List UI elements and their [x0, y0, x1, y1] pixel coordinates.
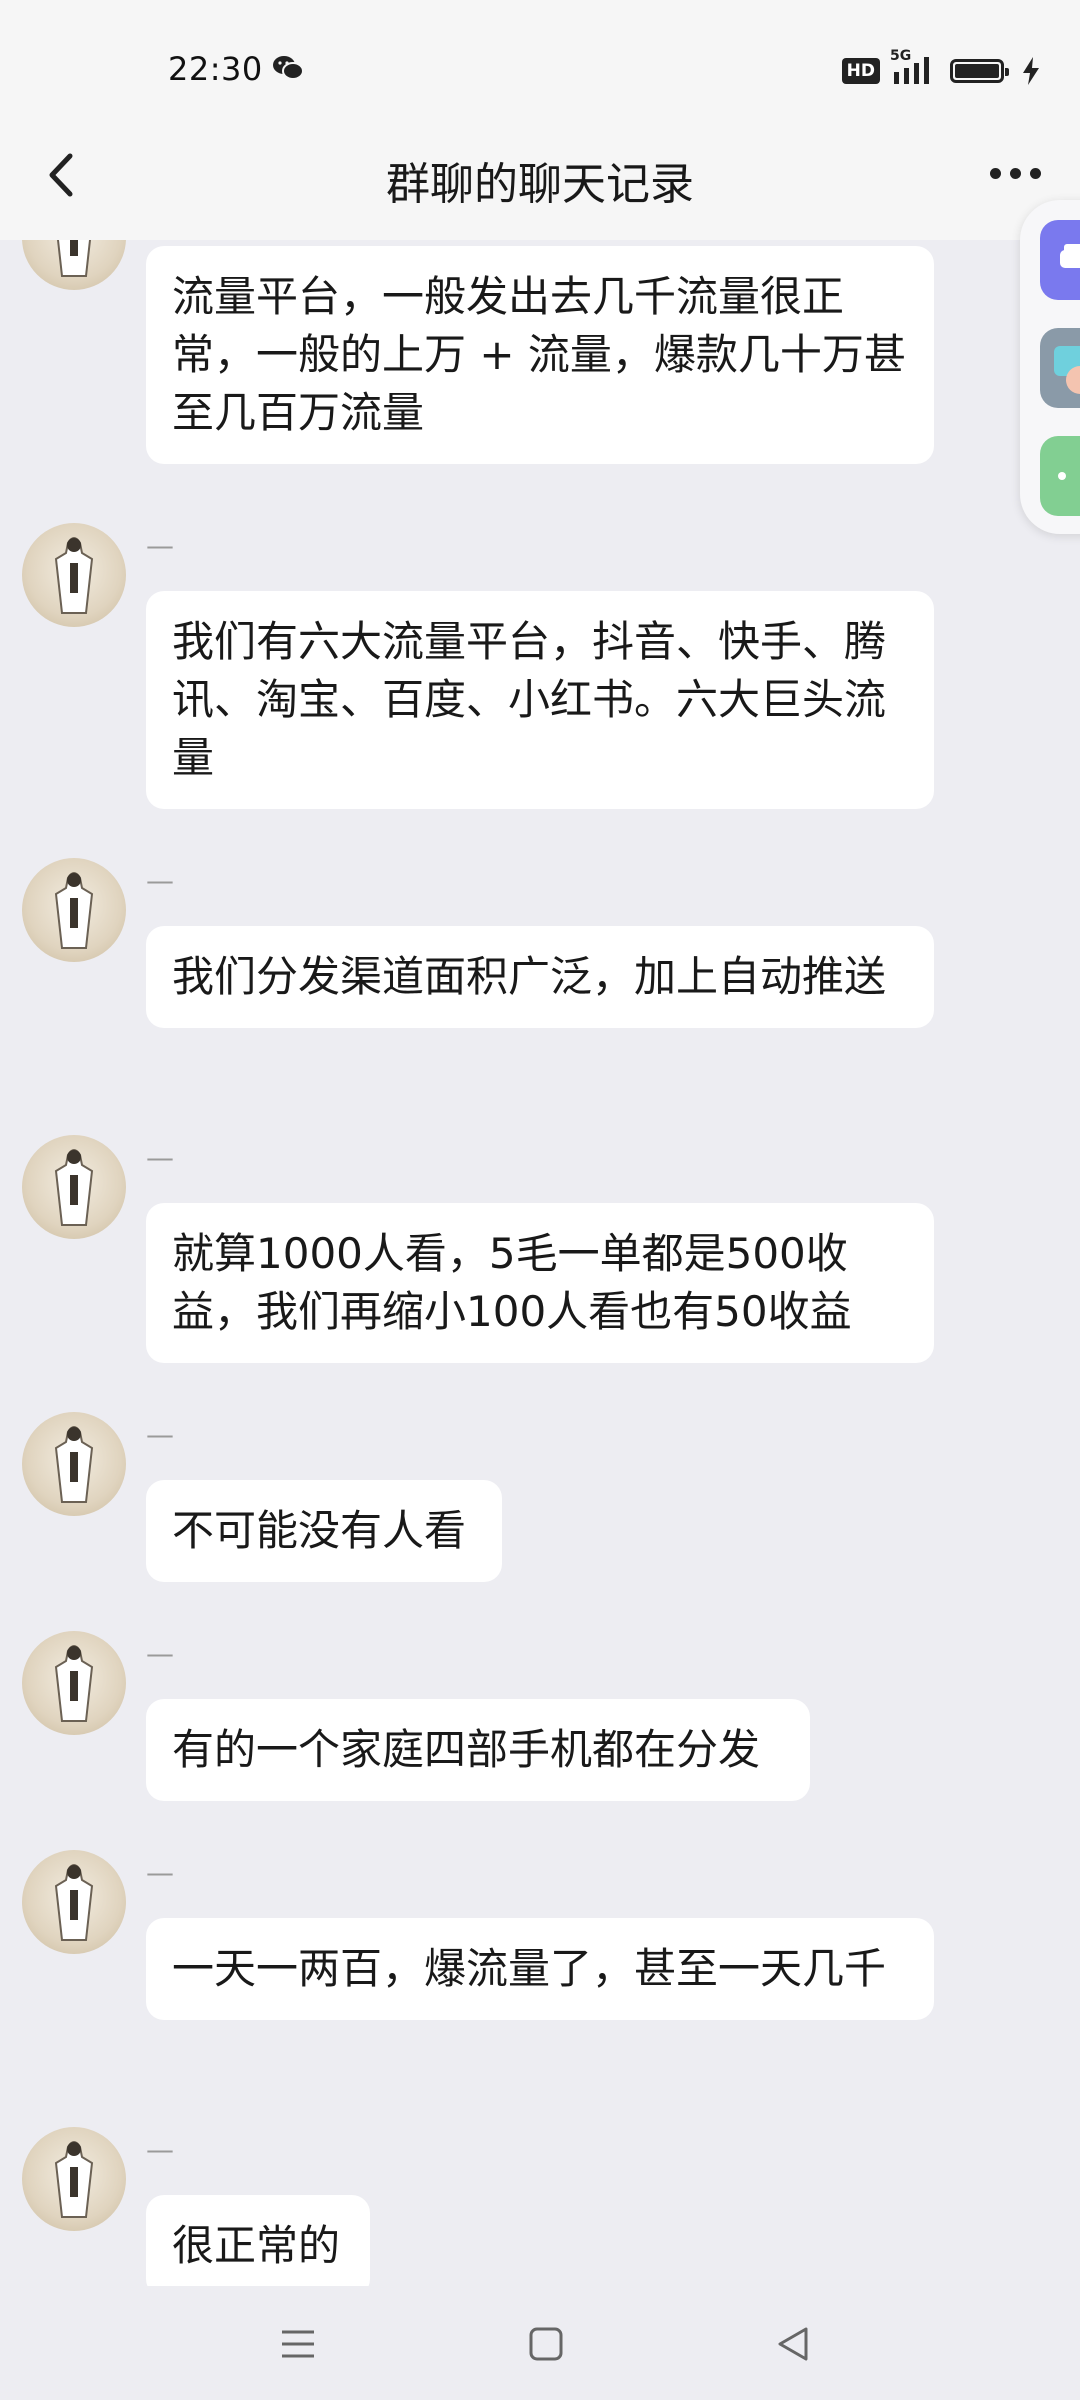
more-dot	[1029, 167, 1041, 179]
hand-icon[interactable]	[1040, 328, 1080, 408]
message-bubble[interactable]: 我们有六大流量平台，抖音、快手、腾讯、淘宝、百度、小红书。六大巨头流量	[146, 591, 934, 809]
avatar[interactable]	[22, 1631, 126, 1735]
page-title: 群聊的聊天记录	[386, 159, 694, 210]
message-bubble[interactable]: 很正常的	[146, 2195, 370, 2286]
sender-name: —	[146, 1418, 174, 1451]
avatar[interactable]	[22, 1412, 126, 1516]
battery-icon	[950, 59, 1009, 83]
message-bubble[interactable]: 不可能没有人看	[146, 1480, 502, 1582]
message-bubble[interactable]: 一天一两百，爆流量了，甚至一天几千	[146, 1918, 934, 2020]
back-icon[interactable]	[770, 2320, 818, 2368]
car-icon[interactable]	[1040, 220, 1080, 300]
message-bubble[interactable]: 我们分发渠道面积广泛，加上自动推送	[146, 926, 934, 1028]
more-button[interactable]	[980, 148, 1050, 198]
avatar[interactable]	[22, 240, 126, 290]
more-dot	[1009, 167, 1021, 179]
avatar[interactable]	[22, 523, 126, 627]
sender-name: —	[146, 864, 174, 897]
message-bubble[interactable]: 就算1000人看，5毛一单都是500收益，我们再缩小100人看也有50收益	[146, 1203, 934, 1363]
avatar[interactable]	[22, 1135, 126, 1239]
sender-name: —	[146, 1637, 174, 1670]
charging-icon	[1023, 57, 1039, 85]
chat-message-list[interactable]: 流量平台，一般发出去几千流量很正常，一般的上万 + 流量，爆款几十万甚至几百万流…	[0, 240, 1080, 2286]
avatar[interactable]	[22, 1850, 126, 1954]
dot	[1058, 472, 1066, 480]
home-icon[interactable]	[522, 2320, 570, 2368]
more-dots-icon[interactable]	[1040, 436, 1080, 516]
signal-icon: 5G	[890, 48, 940, 88]
wechat-icon	[272, 54, 304, 86]
floating-side-panel	[1020, 200, 1080, 534]
message-bubble[interactable]: 流量平台，一般发出去几千流量很正常，一般的上万 + 流量，爆款几十万甚至几百万流…	[146, 246, 934, 464]
avatar[interactable]	[22, 2127, 126, 2231]
more-dot	[989, 167, 1001, 179]
menu-icon[interactable]	[274, 2320, 322, 2368]
hd-icon: HD	[841, 58, 880, 84]
status-time: 22:30	[168, 50, 263, 88]
system-navigation-bar	[0, 2286, 1080, 2400]
sender-name: —	[146, 1856, 174, 1889]
avatar[interactable]	[22, 858, 126, 962]
sender-name: —	[146, 1141, 174, 1174]
message-bubble[interactable]: 有的一个家庭四部手机都在分发	[146, 1699, 810, 1801]
sender-name: —	[146, 529, 174, 562]
sender-name: —	[146, 2133, 174, 2166]
chat-header: 群聊的聊天记录	[0, 112, 1080, 240]
